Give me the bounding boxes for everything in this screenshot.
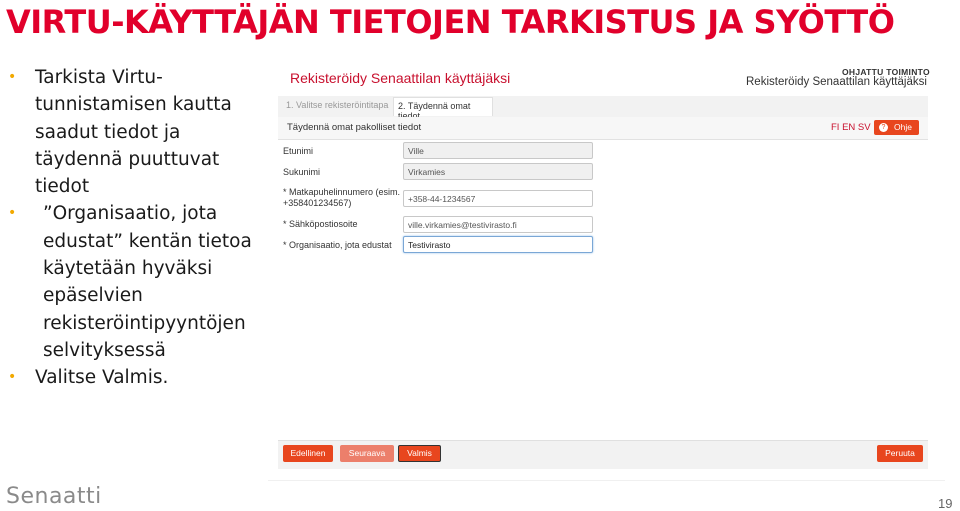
first-name-field[interactable]: Ville	[403, 142, 593, 159]
bullet-line: saadut tiedot ja	[35, 121, 181, 143]
organization-label: * Organisaatio, jota edustat	[283, 240, 392, 250]
bullet-dot-icon: •	[8, 369, 17, 386]
bullet-dot-icon: •	[8, 205, 17, 222]
cancel-button[interactable]: Peruuta	[877, 445, 923, 462]
bullet-line: tunnistamisen kautta	[35, 94, 232, 116]
bullet-line: edustat” kentän tietoa	[43, 230, 252, 252]
bullet-line: käytetään hyväksi	[43, 258, 213, 280]
last-name-field[interactable]: Virkamies	[403, 163, 593, 180]
bullet-line: täydennä puuttuvat	[35, 148, 220, 170]
email-label: * Sähköpostiosoite	[283, 219, 358, 229]
bullet-line: epäselvien	[43, 285, 143, 307]
senaatti-logo: Senaatti	[6, 484, 102, 509]
previous-button[interactable]: Edellinen	[283, 445, 333, 462]
tab-step-1[interactable]: 1. Valitse rekisteröintitapa	[286, 100, 388, 110]
slide-title: VIRTU-KÄYTTÄJÄN TIETOJEN TARKISTUS JA SY…	[6, 3, 895, 41]
bullet-line: Tarkista Virtu-	[35, 67, 163, 88]
language-selector[interactable]: FI EN SV	[831, 122, 871, 133]
question-icon: ?	[879, 123, 888, 132]
mobile-label-line: +358401234567)	[283, 198, 352, 208]
next-button[interactable]: Seuraava	[340, 445, 394, 462]
help-label: Ohje	[894, 122, 912, 132]
help-button[interactable]: ? Ohje	[874, 120, 919, 135]
mobile-label-line: * Matkapuhelinnumero (esim.	[283, 187, 401, 197]
tab-step-2[interactable]: 2. Täydennä omat tiedot	[393, 97, 493, 121]
bullet-item: • Valitse Valmis.	[8, 364, 270, 391]
bullet-line: ”Organisaatio, jota	[43, 203, 218, 225]
bullet-line: selvityksessä	[43, 339, 166, 361]
hint-title: Rekisteröidy Senaattilan käyttäjäksi	[746, 76, 927, 88]
email-field[interactable]: ville.virkamies@testivirasto.fi	[403, 216, 593, 233]
bullet-line: rekisteröintipyyntöjen	[43, 312, 246, 334]
bullet-dot-icon: •	[8, 69, 17, 85]
mobile-label: * Matkapuhelinnumero (esim. +35840123456…	[283, 187, 400, 209]
organization-field[interactable]: Testivirasto	[403, 236, 593, 253]
bullet-list: • Tarkista Virtu- tunnistamisen kautta s…	[8, 64, 270, 392]
bullet-item: • Tarkista Virtu- tunnistamisen kautta s…	[8, 64, 270, 200]
last-name-label: Sukunimi	[283, 167, 321, 177]
done-button[interactable]: Valmis	[398, 445, 441, 462]
bullet-line: tiedot	[35, 176, 90, 198]
section-title: Täydennä omat pakolliset tiedot	[287, 122, 422, 133]
page-number: 19	[938, 496, 953, 511]
mobile-field[interactable]: +358-44-1234567	[403, 190, 593, 207]
bullet-line: Valitse Valmis.	[35, 367, 169, 389]
app-title: Rekisteröidy Senaattilan käyttäjäksi	[290, 70, 511, 86]
first-name-label: Etunimi	[283, 146, 314, 156]
bullet-item: • ”Organisaatio, jota edustat” kentän ti…	[8, 200, 270, 364]
